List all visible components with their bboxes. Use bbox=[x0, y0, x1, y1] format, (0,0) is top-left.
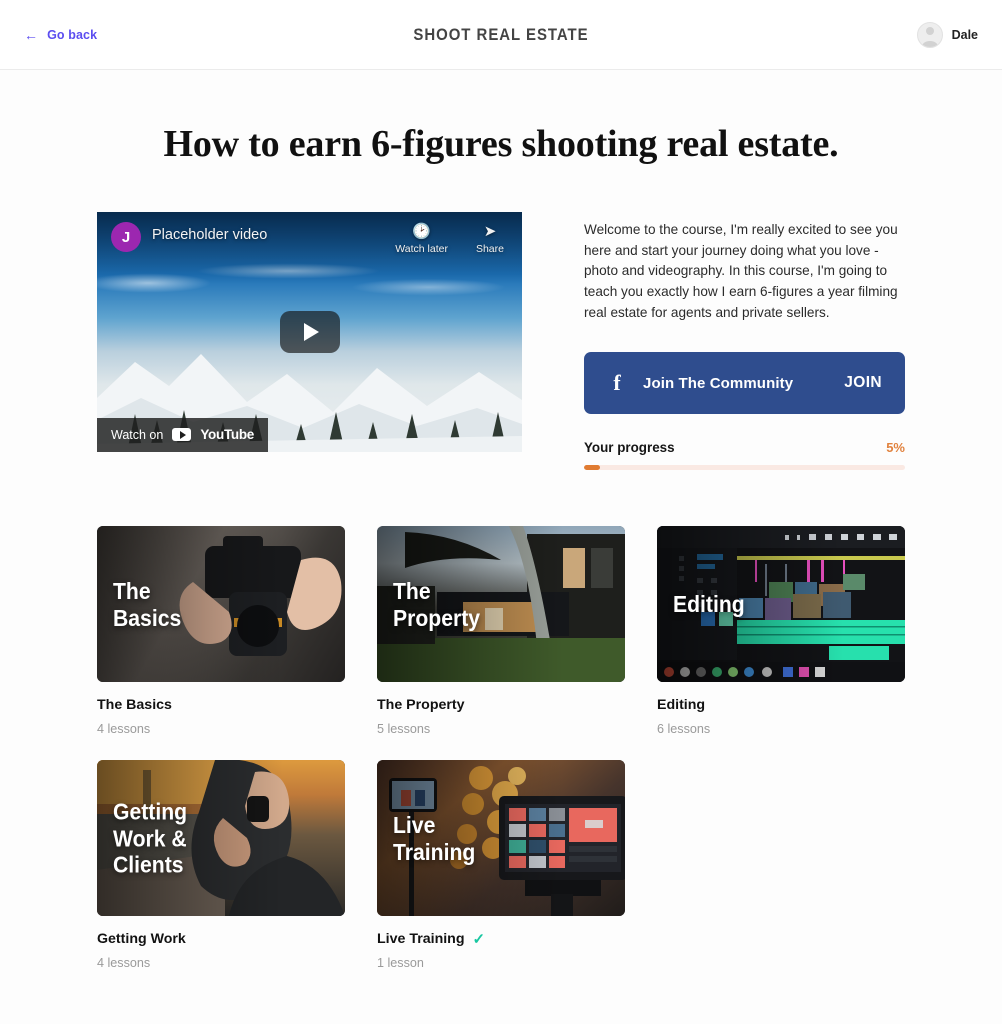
course-card[interactable]: Editing Editing 6 lessons bbox=[657, 526, 905, 736]
go-back-label: Go back bbox=[47, 27, 98, 42]
join-community-button[interactable]: f Join The Community JOIN bbox=[584, 352, 905, 415]
play-button-icon[interactable] bbox=[279, 311, 340, 353]
course-description: Welcome to the course, I'm really excite… bbox=[584, 222, 898, 320]
course-lessons-count: 6 lessons bbox=[657, 722, 711, 737]
arrow-left-icon: ← bbox=[24, 26, 39, 43]
progress-label: Your progress bbox=[584, 440, 675, 456]
course-lessons-count: 4 lessons bbox=[97, 956, 151, 971]
video-header-bar: J Placeholder video 🕑 Watch later ➤ Shar… bbox=[97, 222, 522, 255]
video-player[interactable]: J Placeholder video 🕑 Watch later ➤ Shar… bbox=[97, 212, 522, 452]
watch-later-label: Watch later bbox=[395, 243, 448, 255]
share-button[interactable]: ➤ Share bbox=[476, 222, 504, 255]
course-title-row: The Basics bbox=[97, 697, 345, 713]
course-thumbnail[interactable]: The Basics bbox=[97, 526, 345, 683]
progress-section: Your progress 5% bbox=[584, 440, 905, 471]
watch-on-youtube-button[interactable]: Watch on YouTube bbox=[97, 418, 268, 452]
go-back-button[interactable]: ← Go back bbox=[24, 28, 97, 42]
hero-section: J Placeholder video 🕑 Watch later ➤ Shar… bbox=[0, 212, 1002, 471]
course-title-row: Getting Work bbox=[97, 931, 345, 947]
progress-bar-fill bbox=[584, 465, 601, 471]
course-thumbnail[interactable]: Getting Work & Clients bbox=[97, 760, 345, 917]
course-thumbnail[interactable]: The Property bbox=[377, 526, 625, 683]
course-title: Getting Work bbox=[97, 931, 186, 948]
channel-avatar[interactable]: J bbox=[111, 222, 141, 252]
thumbnail-overlay-label: Getting Work & Clients bbox=[113, 798, 188, 878]
user-avatar-icon bbox=[916, 21, 943, 48]
video-actions: 🕑 Watch later ➤ Share bbox=[395, 222, 508, 255]
course-card[interactable]: The Basics The Basics 4 lessons bbox=[97, 526, 345, 736]
thumbnail-overlay-label: Live Training bbox=[393, 812, 476, 865]
progress-bar-track bbox=[584, 465, 905, 471]
course-title: The Property bbox=[377, 697, 465, 714]
youtube-play-icon bbox=[172, 428, 192, 441]
user-menu[interactable]: Dale bbox=[916, 21, 978, 48]
watch-on-label: Watch on bbox=[111, 427, 164, 442]
share-arrow-icon: ➤ bbox=[483, 223, 497, 240]
user-name-label: Dale bbox=[951, 27, 978, 42]
share-label: Share bbox=[475, 243, 504, 255]
progress-header: Your progress 5% bbox=[584, 440, 905, 455]
course-thumbnail[interactable]: Live Training bbox=[377, 760, 625, 917]
course-card[interactable]: Live Training Live Training ✓ 1 lesson bbox=[377, 760, 625, 970]
watch-later-button[interactable]: 🕑 Watch later bbox=[395, 222, 448, 255]
facebook-f-icon: f bbox=[613, 370, 621, 396]
youtube-label: YouTube bbox=[200, 427, 254, 442]
course-title: The Basics bbox=[97, 697, 172, 714]
page-title: How to earn 6-figures shooting real esta… bbox=[163, 123, 839, 165]
join-community-label: Join The Community bbox=[643, 374, 794, 392]
video-title: Placeholder video bbox=[152, 227, 268, 243]
course-title: Live Training bbox=[377, 931, 465, 948]
course-card[interactable]: The Property The Property 5 lessons bbox=[377, 526, 625, 736]
course-title-row: Editing bbox=[657, 697, 905, 713]
check-mark-icon: ✓ bbox=[472, 930, 486, 948]
clock-icon: 🕑 bbox=[412, 223, 431, 240]
top-header: ← Go back SHOOT REAL ESTATE Dale bbox=[0, 0, 1002, 70]
course-card-grid: The Basics The Basics 4 lessons The Proper… bbox=[0, 526, 1002, 970]
join-label: JOIN bbox=[844, 374, 882, 392]
course-thumbnail[interactable]: Editing bbox=[657, 526, 905, 683]
course-title-row: The Property bbox=[377, 697, 625, 713]
course-lessons-count: 1 lesson bbox=[377, 956, 424, 971]
course-lessons-count: 4 lessons bbox=[97, 722, 151, 737]
brand-title: SHOOT REAL ESTATE bbox=[413, 24, 589, 44]
progress-percent: 5% bbox=[886, 440, 905, 456]
hero-right-column: Welcome to the course, I'm really excite… bbox=[584, 212, 905, 471]
thumbnail-overlay-label: The Basics bbox=[113, 578, 182, 631]
play-triangle bbox=[303, 323, 319, 341]
thumbnail-overlay-label: Editing bbox=[673, 591, 745, 618]
thumbnail-overlay-label: The Property bbox=[393, 578, 481, 631]
course-title: Editing bbox=[657, 697, 706, 714]
course-lessons-count: 5 lessons bbox=[377, 722, 431, 737]
course-title-row: Live Training ✓ bbox=[377, 931, 625, 947]
course-card[interactable]: Getting Work & Clients Getting Work 4 less… bbox=[97, 760, 345, 970]
